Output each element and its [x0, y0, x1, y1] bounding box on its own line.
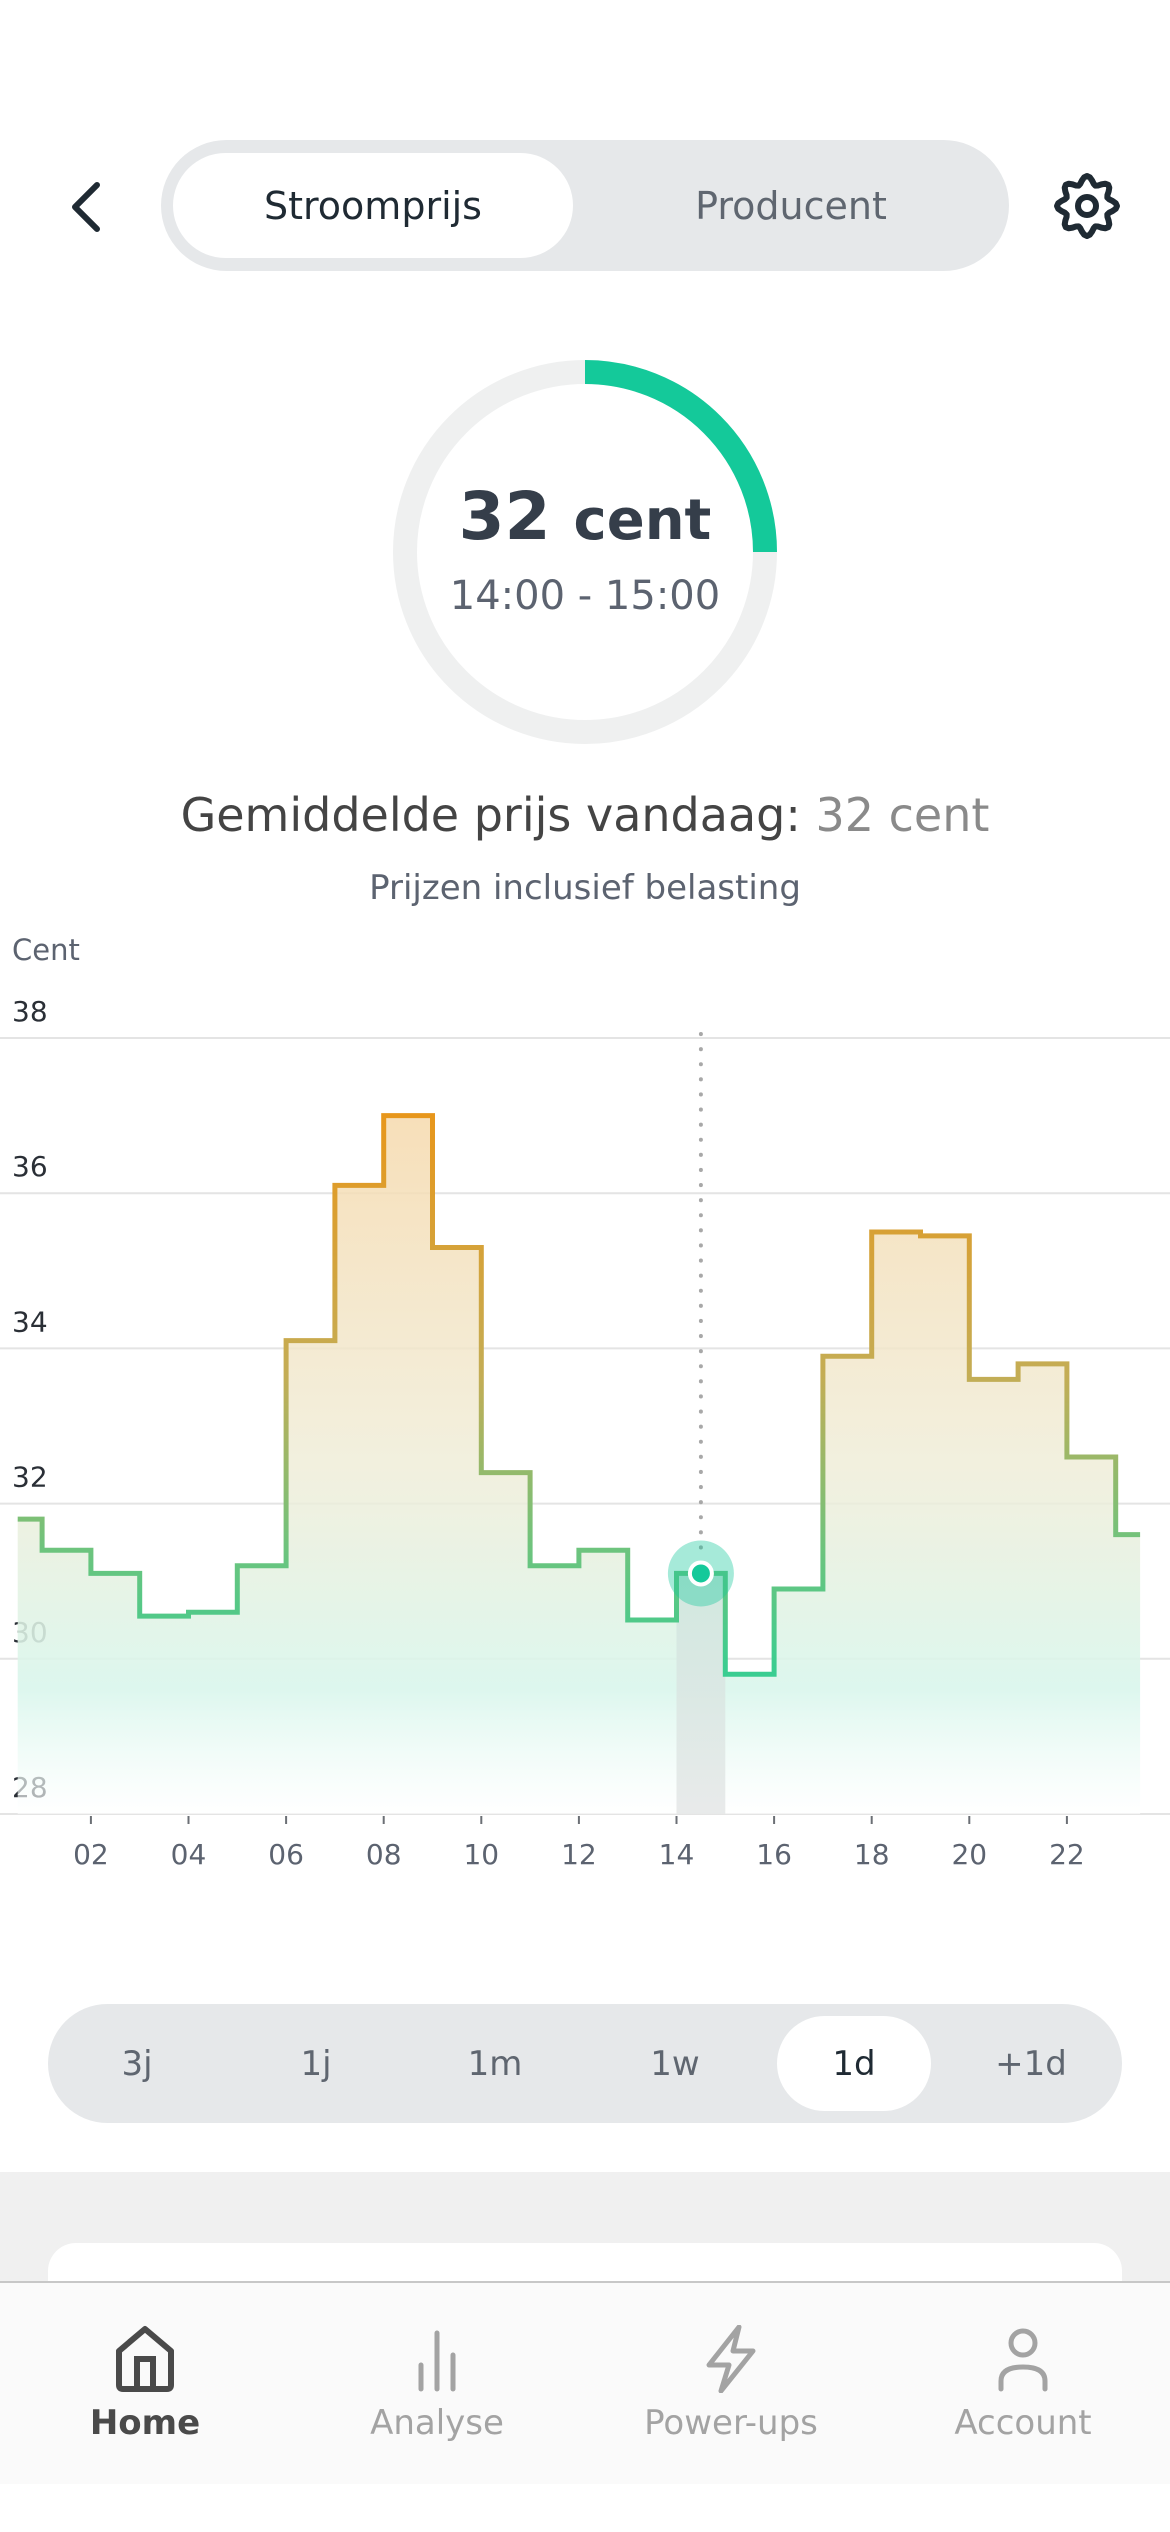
price-chart[interactable]: Cent 383634323028 0204060810121416182022 [0, 930, 1170, 1890]
y-axis-label: Cent [12, 933, 80, 967]
bottom-navigation: Home Analyse Power-ups Account [0, 2281, 1170, 2484]
range-option-1j[interactable]: 1j [239, 2016, 393, 2111]
chevron-left-icon [72, 182, 100, 232]
x-tick-label: 08 [366, 1838, 402, 1871]
tab-label: Producent [695, 183, 887, 228]
prices-subtitle: Prijzen inclusief belasting [369, 868, 801, 908]
y-tick-label: 32 [12, 1461, 48, 1494]
settings-button[interactable] [1045, 164, 1129, 248]
price-area-fill [17, 1115, 1141, 1814]
range-option-label: +1d [995, 2043, 1067, 2084]
x-tick-label: 06 [268, 1838, 304, 1871]
back-button[interactable] [50, 170, 120, 244]
y-tick-label: 34 [12, 1305, 48, 1338]
nav-item-power-ups[interactable]: Power-ups [621, 2283, 841, 2483]
x-tick-label: 10 [463, 1838, 499, 1871]
x-tick-label: 12 [561, 1838, 597, 1871]
tab-stroomprijs[interactable]: Stroomprijs [173, 153, 573, 258]
nav-item-analyse[interactable]: Analyse [327, 2283, 547, 2483]
range-option-plus-1d[interactable]: +1d [954, 2016, 1108, 2111]
nav-label: Home [89, 2403, 201, 2443]
x-tick-label: 16 [756, 1838, 792, 1871]
range-option-label: 3j [121, 2043, 153, 2084]
range-option-1m[interactable]: 1m [418, 2016, 572, 2111]
selected-hour-band [676, 1573, 726, 1814]
x-tick-label: 18 [854, 1838, 890, 1871]
home-icon [116, 2326, 174, 2392]
current-price-value: 32 [458, 478, 551, 555]
range-option-label: 1d [832, 2043, 876, 2084]
range-option-label: 1m [467, 2043, 523, 2084]
current-price: 32 cent [385, 478, 785, 555]
range-option-3j[interactable]: 3j [60, 2016, 214, 2111]
range-selector: 3j 1j 1m 1w 1d +1d [48, 2004, 1122, 2123]
bar-chart-icon [418, 2330, 456, 2392]
gear-outline [1054, 173, 1120, 239]
nav-item-account[interactable]: Account [913, 2283, 1133, 2483]
range-option-1d[interactable]: 1d [777, 2016, 931, 2111]
range-option-label: 1j [300, 2043, 332, 2084]
x-tick-label: 04 [171, 1838, 207, 1871]
average-price-label: Gemiddelde prijs vandaag: [180, 788, 801, 842]
range-option-label: 1w [650, 2043, 700, 2084]
y-tick-label: 36 [12, 1150, 48, 1183]
x-tick-label: 14 [659, 1838, 695, 1871]
user-icon [998, 2328, 1048, 2392]
nav-label: Analyse [370, 2403, 504, 2443]
selected-point [691, 1564, 710, 1583]
average-price-value: 32 cent [815, 788, 990, 842]
x-tick-label: 02 [73, 1838, 109, 1871]
x-tick-label: 20 [951, 1838, 987, 1871]
tab-label: Stroomprijs [264, 183, 482, 228]
y-tick-label: 38 [12, 995, 48, 1028]
nav-label: Power-ups [644, 2403, 818, 2443]
current-price-time-range: 14:00 - 15:00 [449, 573, 721, 619]
nav-item-home[interactable]: Home [35, 2283, 255, 2483]
view-segmented-control: Stroomprijs Producent [161, 140, 1009, 271]
range-option-1w[interactable]: 1w [598, 2016, 752, 2111]
current-price-unit: cent [573, 488, 712, 553]
nav-label: Account [954, 2403, 1092, 2443]
x-tick-label: 22 [1049, 1838, 1085, 1871]
gear-icon [1054, 173, 1120, 239]
lightning-icon [706, 2325, 756, 2393]
home-indicator-area [0, 2484, 1170, 2532]
tab-producent[interactable]: Producent [585, 153, 997, 258]
average-price: Gemiddelde prijs vandaag: 32 cent [0, 788, 1170, 842]
